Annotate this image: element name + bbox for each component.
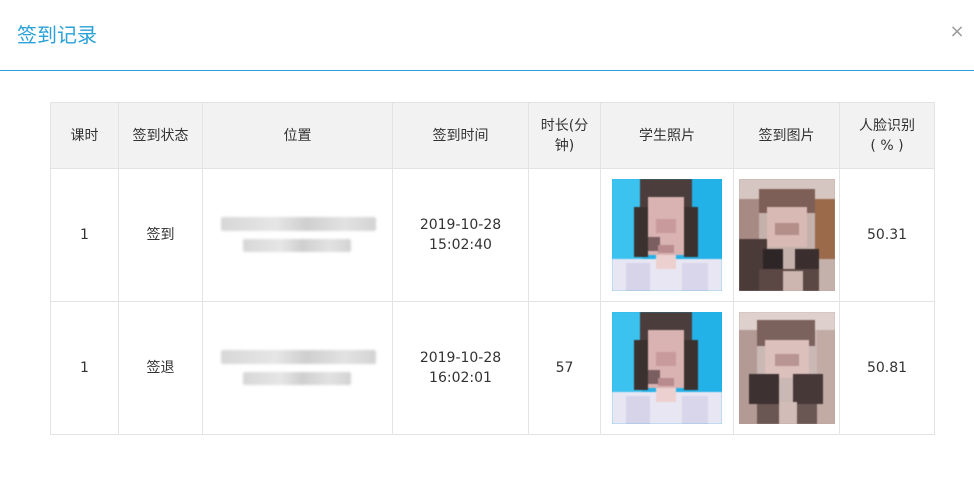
student-photo-image [612, 312, 722, 424]
header-student-photo: 学生照片 [600, 102, 734, 169]
header-duration-line2: 钟) [554, 137, 575, 154]
cell-lesson: 1 [50, 301, 119, 435]
dialog-title: 签到记录 [17, 23, 97, 47]
cell-duration: 57 [528, 301, 601, 435]
cell-location [202, 301, 393, 435]
cell-checkin-photo [733, 168, 840, 302]
checkin-date: 2019-10-28 [419, 217, 502, 233]
blurred-address-line [243, 239, 351, 252]
header-face-line1: 人脸识别 [859, 117, 915, 134]
blurred-address-line [221, 350, 376, 364]
student-photo-image [612, 179, 722, 291]
student-photo[interactable] [612, 312, 722, 424]
student-photo[interactable] [612, 179, 722, 291]
table-header-row: 课时 签到状态 位置 签到时间 时长(分 钟) 学生照片 签到图片 人脸识别 (… [50, 102, 935, 169]
checkin-photo[interactable] [738, 312, 835, 424]
header-checkin-time: 签到时间 [392, 102, 529, 169]
records-table: 课时 签到状态 位置 签到时间 时长(分 钟) 学生照片 签到图片 人脸识别 (… [50, 102, 935, 435]
header-duration-line1: 时长(分 [540, 117, 589, 134]
table-row: 1 签退 2019-10-28 16:02:01 57 50.81 [50, 301, 935, 435]
cell-checkin-time: 2019-10-28 15:02:40 [392, 168, 529, 302]
cell-checkin-time: 2019-10-28 16:02:01 [392, 301, 529, 435]
cell-status: 签退 [118, 301, 203, 435]
blurred-address-line [221, 217, 376, 231]
cell-status: 签到 [118, 168, 203, 302]
cell-duration [528, 168, 601, 302]
cell-student-photo [600, 168, 734, 302]
checkin-clock: 16:02:01 [429, 370, 492, 386]
header-checkin-photo: 签到图片 [733, 102, 840, 169]
cell-lesson: 1 [50, 168, 119, 302]
cell-location [202, 168, 393, 302]
cell-face-score: 50.81 [839, 301, 935, 435]
header-duration: 时长(分 钟) [528, 102, 601, 169]
table-row: 1 签到 2019-10-28 15:02:40 50.31 [50, 168, 935, 302]
header-location: 位置 [202, 102, 393, 169]
cell-face-score: 50.31 [839, 168, 935, 302]
checkin-photo[interactable] [738, 179, 835, 291]
header-lesson: 课时 [50, 102, 119, 169]
close-icon[interactable]: × [948, 22, 966, 42]
header-status: 签到状态 [118, 102, 203, 169]
blurred-address-line [243, 372, 351, 385]
checkin-photo-image [738, 312, 835, 424]
header-face-line2: ( % ) [870, 137, 904, 154]
checkin-records-dialog: 签到记录 × 课时 签到状态 位置 签到时间 时长(分 钟) 学生照片 签到图片… [0, 0, 974, 491]
checkin-photo-image [738, 179, 835, 291]
checkin-date: 2019-10-28 [419, 350, 502, 366]
cell-student-photo [600, 301, 734, 435]
records-table-container: 课时 签到状态 位置 签到时间 时长(分 钟) 学生照片 签到图片 人脸识别 (… [50, 102, 935, 435]
cell-checkin-photo [733, 301, 840, 435]
header-face-recognition: 人脸识别 ( % ) [839, 102, 935, 169]
dialog-header: 签到记录 × [0, 0, 974, 71]
checkin-clock: 15:02:40 [429, 237, 492, 253]
